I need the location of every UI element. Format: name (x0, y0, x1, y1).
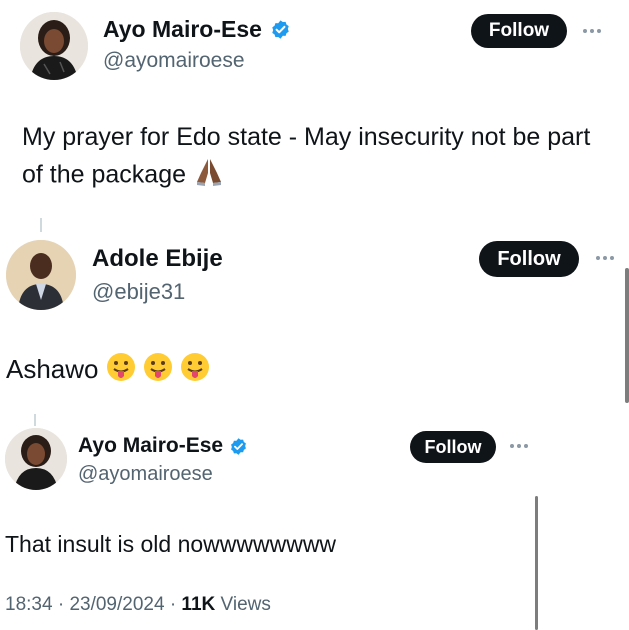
avatar[interactable] (6, 240, 76, 310)
author-name-text[interactable]: Ayo Mairo-Ese (103, 16, 262, 43)
post-time[interactable]: 18:34 (5, 594, 53, 615)
author-name[interactable]: Adole Ebije (92, 245, 223, 273)
post-text: That insult is old nowwwwwwww (5, 531, 337, 557)
scrollbar[interactable] (535, 496, 538, 630)
avatar-image (5, 428, 67, 490)
tongue-out-emoji-icon (143, 352, 173, 391)
views-label: Views (220, 594, 271, 615)
verified-badge-icon (270, 19, 291, 40)
separator: · (169, 594, 177, 615)
thread-connector (40, 218, 42, 232)
follow-button[interactable]: Follow (471, 14, 567, 48)
more-options-icon[interactable] (510, 444, 528, 448)
folded-hands-icon (193, 155, 225, 197)
author-name[interactable]: Ayo Mairo-Ese (78, 434, 248, 458)
post-meta: 18:34 · 23/09/2024 · 11K Views (5, 594, 271, 616)
views-count: 11K (181, 594, 216, 615)
post-text: Ashawo (6, 351, 210, 391)
more-options-icon[interactable] (596, 256, 614, 260)
scrollbar[interactable] (625, 268, 629, 403)
author-handle[interactable]: @ayomairoese (78, 463, 213, 486)
post-text-content: Ashawo (6, 354, 99, 384)
author-name[interactable]: Ayo Mairo-Ese (103, 16, 291, 43)
author-handle[interactable]: @ayomairoese (103, 49, 245, 73)
thread-connector (34, 414, 36, 426)
avatar[interactable] (20, 12, 88, 80)
tongue-out-emoji-icon (180, 352, 210, 391)
more-options-icon[interactable] (583, 29, 601, 33)
follow-button[interactable]: Follow (410, 431, 496, 463)
post-text-content: My prayer for Edo state - May insecurity… (22, 123, 591, 189)
post-date[interactable]: 23/09/2024 (69, 594, 164, 615)
follow-button[interactable]: Follow (479, 241, 579, 277)
separator: · (57, 594, 65, 615)
post-text: My prayer for Edo state - May insecurity… (22, 119, 612, 197)
author-name-text[interactable]: Ayo Mairo-Ese (78, 434, 223, 458)
avatar-image (6, 240, 76, 310)
tongue-out-emoji-icon (106, 352, 136, 391)
author-handle[interactable]: @ebije31 (92, 279, 185, 305)
verified-badge-icon (229, 437, 248, 456)
author-name-text[interactable]: Adole Ebije (92, 245, 223, 273)
avatar[interactable] (5, 428, 67, 490)
avatar-image (20, 12, 88, 80)
